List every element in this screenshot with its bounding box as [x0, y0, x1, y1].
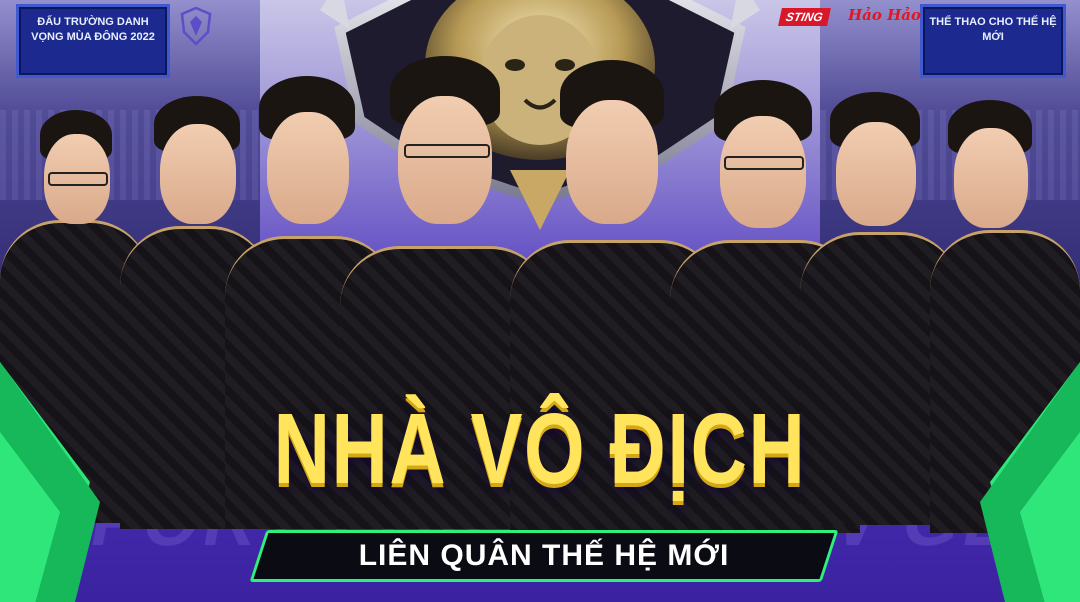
sponsor-logo-sting: STING — [778, 8, 831, 26]
player-face — [398, 96, 492, 224]
player-face — [267, 112, 349, 224]
glasses-icon — [724, 156, 804, 170]
headline: NHÀ VÔ ĐỊCH — [273, 393, 807, 505]
sponsor-logo-haohao: Hảo Hảo — [848, 6, 922, 24]
player-face — [720, 116, 806, 228]
championship-poster: ĐẤU TRƯỜNG DANH VỌNG MÙA ĐÔNG 2022 THỂ T… — [0, 0, 1080, 602]
subheadline: LIÊN QUÂN THẾ HỆ MỚI — [358, 539, 730, 572]
league-emblem-icon — [180, 6, 212, 46]
glasses-icon — [48, 172, 108, 186]
glasses-icon — [404, 144, 490, 158]
stadium-sign-right: THỂ THAO CHO THẾ HỆ MỚI — [920, 4, 1066, 78]
player-face — [566, 100, 658, 224]
stadium-sign-left: ĐẤU TRƯỜNG DANH VỌNG MÙA ĐÔNG 2022 — [16, 4, 170, 78]
player-face — [954, 128, 1028, 228]
player-face — [836, 122, 916, 226]
